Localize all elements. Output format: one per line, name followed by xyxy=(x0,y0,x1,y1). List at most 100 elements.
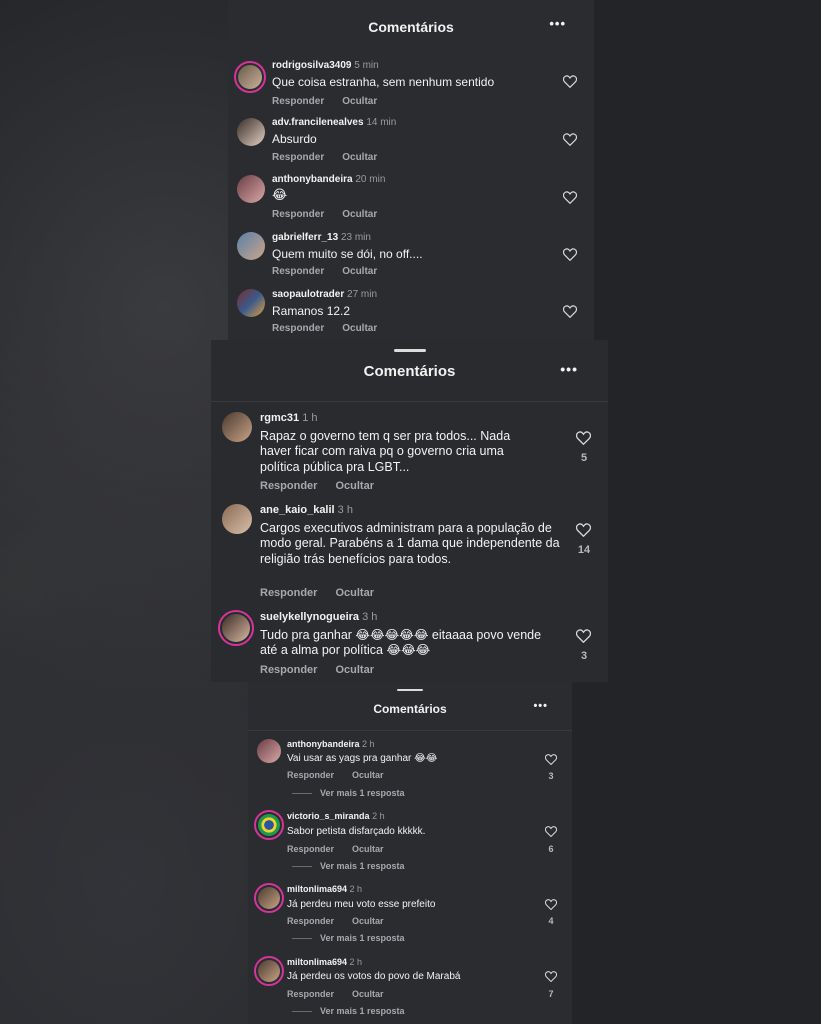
view-more-replies[interactable]: Ver mais 1 resposta xyxy=(292,861,405,871)
more-options-icon[interactable]: ••• xyxy=(549,16,566,31)
comment-username[interactable]: anthonybandeira 20 min xyxy=(272,174,385,185)
hide-button[interactable]: Ocultar xyxy=(352,989,384,999)
comment-actions: Responder Ocultar xyxy=(287,844,402,854)
comment-username[interactable]: rgmc31 1 h xyxy=(260,412,318,424)
heart-icon[interactable] xyxy=(576,629,591,643)
reply-button[interactable]: Responder xyxy=(272,96,324,107)
avatar[interactable] xyxy=(254,883,284,913)
hide-button[interactable]: Ocultar xyxy=(342,323,377,334)
heart-icon[interactable] xyxy=(545,899,557,910)
comment-text: Já perdeu os votos do povo de Marabá xyxy=(287,971,461,982)
hide-button[interactable]: Ocultar xyxy=(352,916,384,926)
comment-username[interactable]: anthonybandeira 2 h xyxy=(287,739,375,749)
view-more-replies[interactable]: Ver mais 1 resposta xyxy=(292,788,405,798)
hide-button[interactable]: Ocultar xyxy=(335,480,374,492)
hide-button[interactable]: Ocultar xyxy=(335,587,374,599)
like-count: 7 xyxy=(548,989,554,999)
reply-button[interactable]: Responder xyxy=(272,266,324,277)
comment-username[interactable]: ane_kaio_kalil 3 h xyxy=(260,504,353,516)
reply-button[interactable]: Responder xyxy=(287,916,334,926)
hide-button[interactable]: Ocultar xyxy=(352,770,384,780)
comment-item: ane_kaio_kalil 3 h Cargos executivos adm… xyxy=(211,503,608,603)
reply-button[interactable]: Responder xyxy=(260,587,317,599)
comment-actions: Responder Ocultar xyxy=(260,664,392,676)
comment-actions: Responder Ocultar xyxy=(260,587,392,599)
reply-button[interactable]: Responder xyxy=(260,480,317,492)
reply-button[interactable]: Responder xyxy=(260,664,317,676)
avatar[interactable] xyxy=(234,61,266,93)
avatar[interactable] xyxy=(237,118,265,146)
view-more-replies[interactable]: Ver mais 1 resposta xyxy=(292,933,405,943)
comment-username[interactable]: suelykellynogueira 3 h xyxy=(260,611,377,623)
reply-button[interactable]: Responder xyxy=(287,770,334,780)
avatar[interactable] xyxy=(218,610,254,646)
heart-icon[interactable] xyxy=(545,754,557,765)
reply-button[interactable]: Responder xyxy=(287,844,334,854)
reply-button[interactable]: Responder xyxy=(272,209,324,220)
avatar[interactable] xyxy=(237,232,265,260)
like-count: 4 xyxy=(548,916,554,926)
heart-icon[interactable] xyxy=(563,305,577,318)
comment-text: Quem muito se dói, no off.... xyxy=(272,247,423,261)
comment-text: Tudo pra ganhar 😂😂😂😂😂 eitaaaa povo vende… xyxy=(260,628,542,658)
view-more-replies[interactable]: Ver mais 1 resposta xyxy=(292,1006,405,1016)
avatar[interactable] xyxy=(222,504,252,534)
comment-username[interactable]: miltonlima694 2 h xyxy=(287,957,362,967)
comment-item: rodrigosilva3409 5 min Que coisa estranh… xyxy=(228,58,594,112)
comment-text: Vai usar as yags pra ganhar 😂😂 xyxy=(287,753,438,764)
more-options-icon[interactable]: ••• xyxy=(560,361,578,377)
avatar[interactable] xyxy=(254,810,284,840)
avatar[interactable] xyxy=(254,956,284,986)
comment-text: Rapaz o governo tem q ser pra todos... N… xyxy=(260,429,511,474)
avatar[interactable] xyxy=(222,412,252,442)
comment-username[interactable]: miltonlima694 2 h xyxy=(287,884,362,894)
hide-button[interactable]: Ocultar xyxy=(342,96,377,107)
comment-actions: Responder Ocultar xyxy=(287,916,402,926)
like-count: 14 xyxy=(577,544,591,556)
comment-actions: Responder Ocultar xyxy=(272,209,395,220)
more-options-icon[interactable]: ••• xyxy=(533,700,548,712)
heart-icon[interactable] xyxy=(576,431,591,445)
comment-username[interactable]: adv.francilenealves 14 min xyxy=(272,117,396,128)
comment-actions: Responder Ocultar xyxy=(287,770,402,780)
comment-item: anthonybandeira 2 h Vai usar as yags pra… xyxy=(248,738,572,804)
comment-actions: Responder Ocultar xyxy=(272,96,395,107)
drag-handle[interactable] xyxy=(393,349,426,352)
avatar[interactable] xyxy=(237,289,265,317)
comment-item: miltonlima694 2 h Já perdeu os votos do … xyxy=(248,955,572,1021)
hide-button[interactable]: Ocultar xyxy=(352,844,384,854)
comment-item: gabrielferr_13 23 min Quem muito se dói,… xyxy=(228,230,594,284)
comment-actions: Responder Ocultar xyxy=(272,323,395,334)
reply-button[interactable]: Responder xyxy=(272,323,324,334)
sheet-title: Comentários xyxy=(373,702,447,716)
comment-text: Que coisa estranha, sem nenhum sentido xyxy=(272,75,495,89)
comment-item: suelykellynogueira 3 h Tudo pra ganhar 😂… xyxy=(211,610,608,680)
comment-item: saopaulotrader 27 min Ramanos 12.2 Respo… xyxy=(228,287,594,340)
hide-button[interactable]: Ocultar xyxy=(342,266,377,277)
avatar[interactable] xyxy=(237,175,265,203)
comment-item: miltonlima694 2 h Já perdeu meu voto ess… xyxy=(248,882,572,948)
reply-button[interactable]: Responder xyxy=(272,152,324,163)
like-count: 5 xyxy=(580,452,588,464)
header-divider xyxy=(211,401,608,402)
drag-handle[interactable] xyxy=(397,689,423,691)
heart-icon[interactable] xyxy=(545,971,557,982)
hide-button[interactable]: Ocultar xyxy=(342,152,377,163)
like-count: 3 xyxy=(548,771,554,781)
comment-text: Já perdeu meu voto esse prefeito xyxy=(287,899,436,910)
hide-button[interactable]: Ocultar xyxy=(335,664,374,676)
comment-text: Ramanos 12.2 xyxy=(272,304,351,318)
reply-button[interactable]: Responder xyxy=(287,989,334,999)
avatar[interactable] xyxy=(257,739,281,763)
heart-icon[interactable] xyxy=(563,248,577,261)
heart-icon[interactable] xyxy=(563,191,577,204)
comment-username[interactable]: gabrielferr_13 23 min xyxy=(272,232,371,243)
heart-icon[interactable] xyxy=(576,523,591,537)
comment-username[interactable]: victorio_s_miranda 2 h xyxy=(287,811,385,821)
heart-icon[interactable] xyxy=(563,75,577,88)
comment-username[interactable]: saopaulotrader 27 min xyxy=(272,289,377,300)
heart-icon[interactable] xyxy=(563,133,577,146)
hide-button[interactable]: Ocultar xyxy=(342,209,377,220)
comment-username[interactable]: rodrigosilva3409 5 min xyxy=(272,60,379,71)
heart-icon[interactable] xyxy=(545,826,557,837)
